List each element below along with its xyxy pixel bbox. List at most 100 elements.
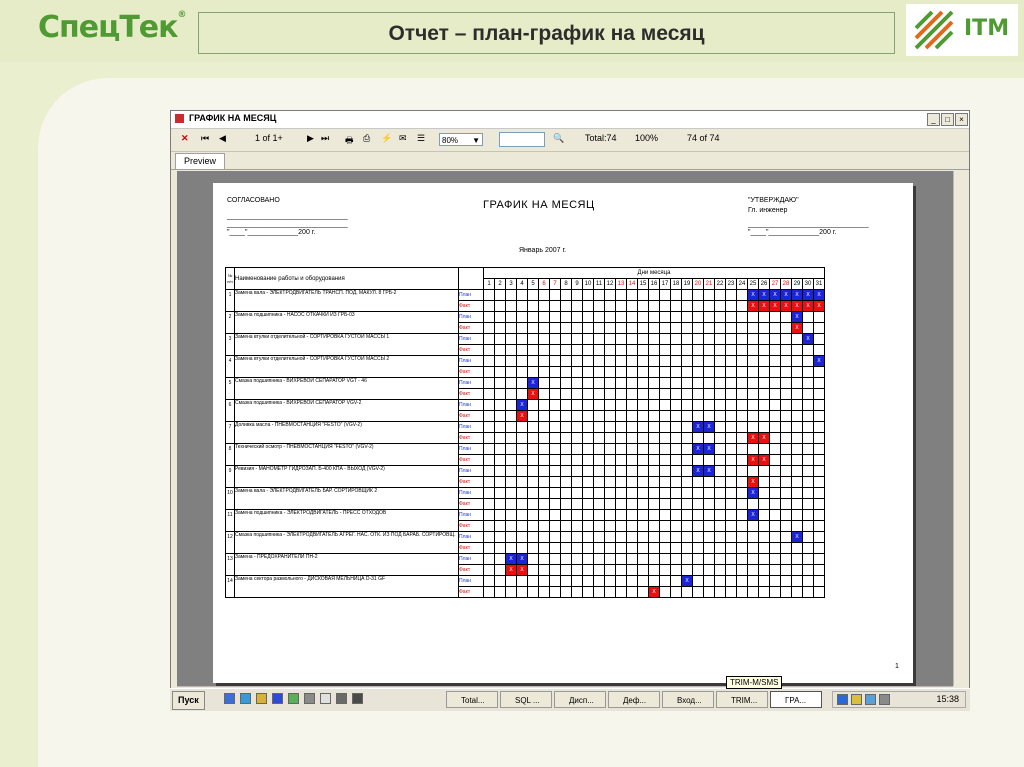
day-cell <box>813 366 825 378</box>
day-cell <box>505 465 517 477</box>
day-cell <box>791 542 803 554</box>
date-line-left: "____"_____________200 г. <box>227 229 316 236</box>
plan-mark: X <box>692 465 704 477</box>
day-cell <box>714 531 726 543</box>
taskbar-button[interactable]: SQL ... <box>500 691 552 708</box>
day-cell <box>670 432 682 444</box>
start-button[interactable]: Пуск <box>172 691 205 710</box>
day-cell <box>626 465 638 477</box>
day-cell <box>626 399 638 411</box>
lang-icon[interactable] <box>837 694 848 705</box>
close-preview-icon[interactable]: ✕ <box>181 133 189 144</box>
refresh-icon[interactable]: ⚡ <box>381 133 392 144</box>
day-cell <box>769 575 781 587</box>
day-cell <box>802 465 814 477</box>
taskbar-button[interactable]: Дисп... <box>554 691 606 708</box>
tool-icon[interactable] <box>288 693 299 704</box>
row-fact-label: Факт <box>458 300 484 312</box>
window-icon[interactable] <box>336 693 347 704</box>
day-cell <box>758 498 770 510</box>
search-icon[interactable]: 🔍 <box>553 133 564 144</box>
browser-icon[interactable] <box>240 693 251 704</box>
day-cell <box>483 498 495 510</box>
day-cell <box>802 344 814 356</box>
taskbar-button[interactable]: TRIM... <box>716 691 768 708</box>
minimize-button[interactable]: _ <box>927 113 940 126</box>
day-cell <box>769 377 781 389</box>
day-cell <box>626 366 638 378</box>
group-tree-icon[interactable]: ☰ <box>417 133 425 144</box>
day-cell <box>714 520 726 532</box>
day-cell <box>527 311 539 323</box>
day-cell <box>549 355 561 367</box>
day-cell <box>758 542 770 554</box>
schedule-row-plan: 13 Замена - ПРЕДОХРАНИТЕЛИ ПН-2 План X X <box>225 553 825 576</box>
day-cell <box>527 498 539 510</box>
taskbar-button[interactable]: Total... <box>446 691 498 708</box>
first-page-icon[interactable]: ⏮ <box>201 133 209 144</box>
plan-mark: X <box>505 553 517 565</box>
day-cell <box>648 531 660 543</box>
page-number: 1 <box>895 663 899 670</box>
taskbar-button[interactable]: Вход... <box>662 691 714 708</box>
day-cell <box>648 465 660 477</box>
print-setup-icon[interactable]: ⎙ <box>363 133 370 144</box>
save-icon[interactable] <box>272 693 283 704</box>
security-icon[interactable] <box>851 694 862 705</box>
plan-mark: X <box>703 465 715 477</box>
desktop-icon[interactable] <box>224 693 235 704</box>
day-cell <box>593 388 605 400</box>
close-button[interactable]: × <box>955 113 968 126</box>
records-count: 74 of 74 <box>687 133 720 143</box>
day-cell <box>483 289 495 301</box>
day-cell <box>549 344 561 356</box>
day-cell <box>626 531 638 543</box>
day-cell <box>527 454 539 466</box>
next-page-icon[interactable]: ▶ <box>307 133 314 144</box>
day-cell <box>538 476 550 488</box>
day-cell <box>813 465 825 477</box>
day-cell <box>505 344 517 356</box>
print-icon[interactable]: 🖶 <box>345 133 354 149</box>
terminal-icon[interactable] <box>320 693 331 704</box>
taskbar-button[interactable]: ГРА... <box>770 691 822 708</box>
fact-mark: X <box>791 300 803 312</box>
last-page-icon[interactable]: ⏭ <box>321 133 329 144</box>
explorer-icon[interactable] <box>256 693 267 704</box>
day-cell <box>769 542 781 554</box>
app-icon[interactable] <box>304 693 315 704</box>
day-cell <box>780 410 792 422</box>
network-icon[interactable] <box>865 694 876 705</box>
tab-preview[interactable]: Preview <box>175 153 226 169</box>
day-cell <box>714 575 726 587</box>
day-cell <box>505 531 517 543</box>
day-cell <box>648 454 660 466</box>
grid-icon[interactable] <box>352 693 363 704</box>
day-cell <box>626 553 638 565</box>
day-cell <box>494 300 506 312</box>
maximize-button[interactable]: □ <box>941 113 954 126</box>
day-cell <box>659 399 671 411</box>
window-titlebar[interactable]: ГРАФИК НА МЕСЯЦ _ □ × <box>171 111 969 129</box>
schedule-row-plan: 2 Замена подшипника - НАСОС ОТКАЧКИ ИЗ ГР… <box>225 311 825 334</box>
plan-mark: X <box>780 289 792 301</box>
day-cell <box>626 333 638 345</box>
vertical-scrollbar[interactable] <box>953 171 968 686</box>
zoom-select[interactable]: 80% ▼ <box>439 133 483 146</box>
volume-icon[interactable] <box>879 694 890 705</box>
schedule-row-plan: 6 Смазка подшипника - ВИХРЕВОИ СЕПАРАТОР … <box>225 399 825 422</box>
plan-mark: X <box>703 421 715 433</box>
export-icon[interactable]: ✉ <box>399 133 407 144</box>
search-input[interactable] <box>499 132 545 147</box>
day-cell <box>549 300 561 312</box>
day-cell <box>802 476 814 488</box>
schedule-row-plan: 12 Смазка подшипника - ЭЛЕКТРОДВИГАТЕЛЬ А… <box>225 531 825 554</box>
day-cell <box>516 388 528 400</box>
prev-page-icon[interactable]: ◀ <box>219 133 226 144</box>
day-cell <box>582 465 594 477</box>
day-cell <box>549 410 561 422</box>
day-cell <box>516 509 528 521</box>
day-cell <box>769 509 781 521</box>
day-cell <box>637 498 649 510</box>
taskbar-button[interactable]: Деф... <box>608 691 660 708</box>
